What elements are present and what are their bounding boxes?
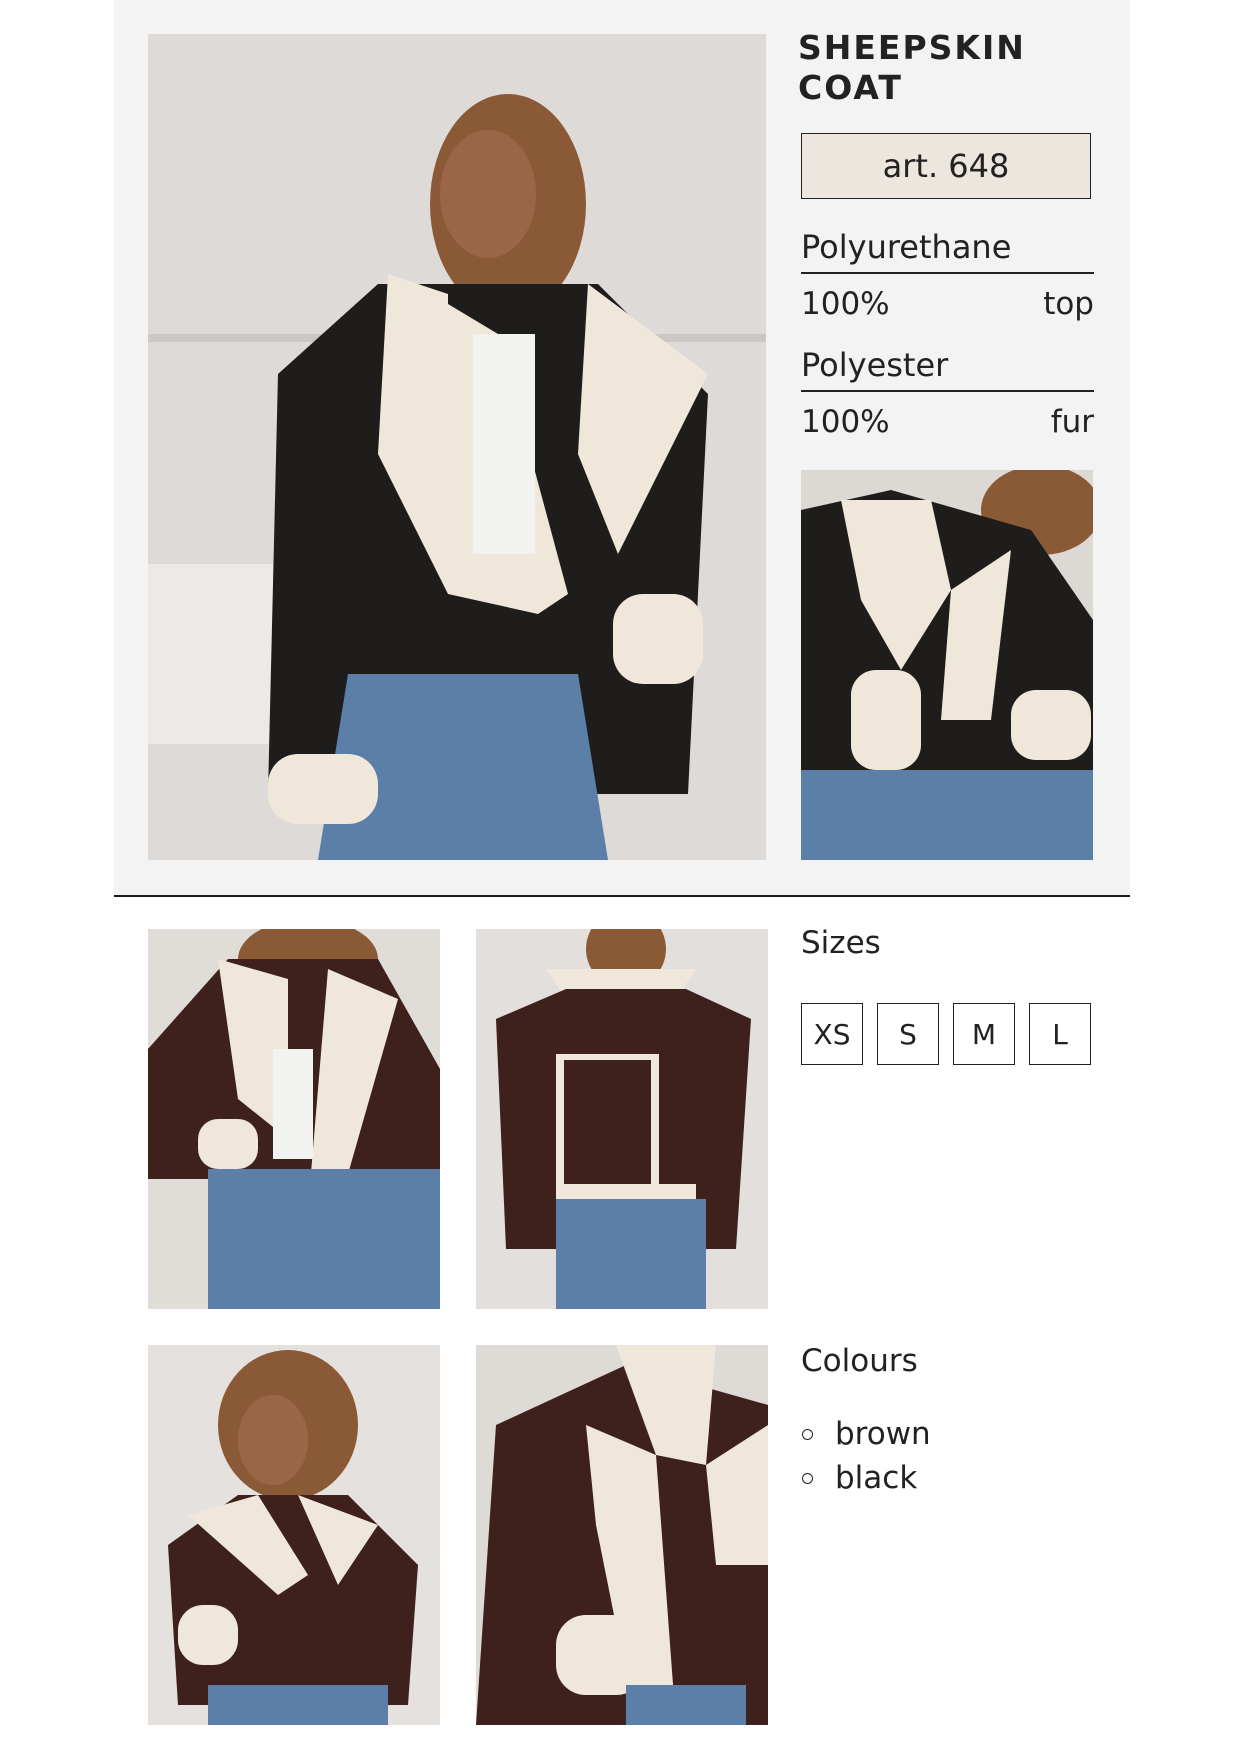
material-row-1: 100% top xyxy=(801,286,1094,322)
material-part-2: fur xyxy=(1050,404,1094,440)
colour-option-brown[interactable]: brown xyxy=(801,1412,931,1456)
size-option-s[interactable]: S xyxy=(877,1003,939,1065)
material-percent-2: 100% xyxy=(801,404,890,440)
gallery-photo-closeup[interactable] xyxy=(476,1345,768,1725)
size-options: XS S M L xyxy=(801,1003,1091,1065)
sizes-heading: Sizes xyxy=(801,925,881,961)
product-title: SHEEPSKIN COAT xyxy=(798,28,1098,108)
size-option-m[interactable]: M xyxy=(953,1003,1015,1065)
gallery-photo-back[interactable] xyxy=(476,929,768,1309)
detail-photo[interactable] xyxy=(801,470,1093,860)
brown-coat-closeup-image xyxy=(476,1345,768,1725)
model-black-coat-image xyxy=(148,34,766,860)
brown-coat-back-image xyxy=(476,929,768,1309)
section-divider xyxy=(114,895,1130,897)
brown-coat-front-image xyxy=(148,929,440,1309)
colours-heading: Colours xyxy=(801,1343,918,1379)
main-product-photo[interactable] xyxy=(148,34,766,860)
material-part-1: top xyxy=(1043,286,1094,322)
radio-circle-icon xyxy=(802,1472,813,1484)
size-option-l[interactable]: L xyxy=(1029,1003,1091,1065)
material-row-2: 100% fur xyxy=(801,404,1094,440)
colour-label-black: black xyxy=(835,1460,918,1496)
colour-label-brown: brown xyxy=(835,1416,931,1452)
material-percent-1: 100% xyxy=(801,286,890,322)
gallery-photo-portrait[interactable] xyxy=(148,1345,440,1725)
size-option-xs[interactable]: XS xyxy=(801,1003,863,1065)
radio-circle-icon xyxy=(802,1428,813,1440)
colour-options: brown black xyxy=(801,1412,931,1500)
material-name-1: Polyurethane xyxy=(801,228,1094,274)
product-title-line2: COAT xyxy=(798,68,903,107)
material-name-2: Polyester xyxy=(801,346,1094,392)
black-coat-detail-image xyxy=(801,470,1093,860)
colour-option-black[interactable]: black xyxy=(801,1456,931,1500)
product-title-line1: SHEEPSKIN xyxy=(798,28,1026,67)
article-number-badge: art. 648 xyxy=(801,133,1091,199)
brown-coat-portrait-image xyxy=(148,1345,440,1725)
gallery-photo-front[interactable] xyxy=(148,929,440,1309)
article-number: art. 648 xyxy=(882,147,1010,185)
